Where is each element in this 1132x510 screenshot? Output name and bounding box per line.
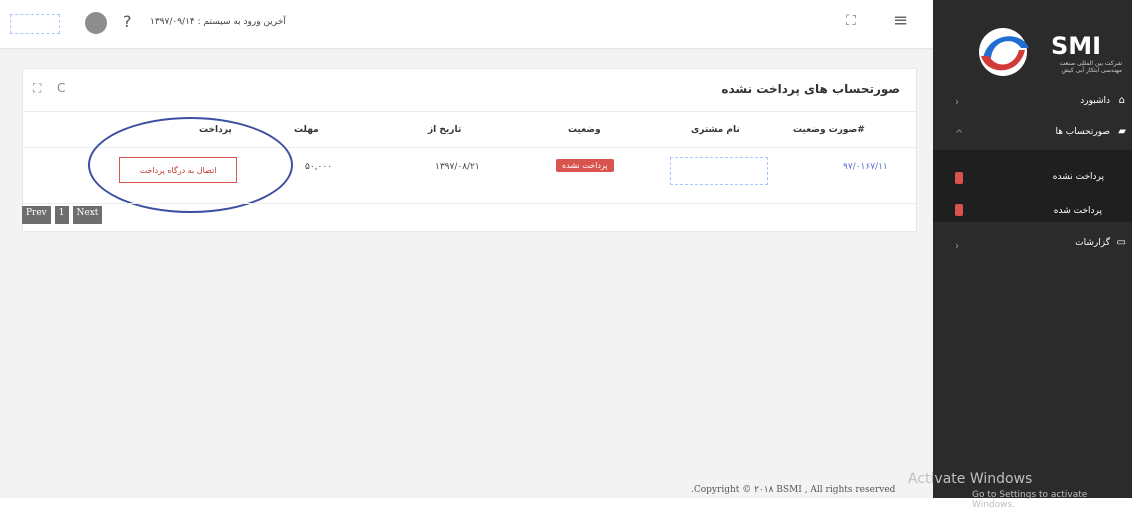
refresh-icon[interactable]: C (57, 81, 65, 95)
paid-count-badge (955, 204, 963, 216)
col-header-deadline: مهلت (294, 125, 319, 135)
divider (23, 203, 916, 204)
col-header-customer: نام مشتری (691, 125, 740, 135)
invoice-icon: ▰ (1118, 126, 1126, 137)
col-header-status: وضعیت (568, 125, 601, 135)
prev-button[interactable]: Prev (22, 206, 51, 224)
page-1-button[interactable]: 1 (54, 206, 69, 224)
col-header-invoice: صورت وضعیت# (793, 125, 865, 135)
copyright-footer: .Copyright © ۲۰۱۸ BSMI , All rights rese… (691, 485, 896, 495)
status-badge: پرداخت نشده (556, 159, 614, 172)
report-icon: ▭ (1116, 237, 1126, 248)
windows-activation-watermark: Activate Windows (908, 471, 1033, 487)
deadline-cell: ۵۰,۰۰۰ (305, 162, 333, 172)
home-icon: ⌂ (1118, 95, 1125, 106)
col-header-date-from: تاریخ از (428, 125, 462, 135)
chevron-right-icon: › (955, 97, 959, 108)
last-login-text: آخرین ورود به سیستم : ۱۳۹۷/۰۹/۱۴ (150, 17, 286, 27)
help-icon[interactable]: ? (123, 12, 132, 31)
top-bar: ? آخرین ورود به سیستم : ۱۳۹۷/۰۹/۱۴ ⛶ ≡ (0, 0, 933, 49)
unpaid-count-badge (955, 172, 963, 184)
redacted-customer-name (670, 157, 768, 185)
chevron-up-icon: ^ (955, 129, 964, 140)
next-button[interactable]: Next (72, 206, 103, 224)
invoice-link[interactable]: ۹۷/۰۱۶۷/۱۱ (843, 162, 888, 172)
chevron-right-icon: › (955, 241, 959, 252)
hamburger-icon[interactable]: ≡ (893, 10, 908, 31)
date-from-cell: ۱۳۹۷/۰۸/۲۱ (435, 162, 480, 172)
windows-activation-hint: Go to Settings to activate Windows. (972, 490, 1088, 510)
divider (23, 111, 916, 112)
annotation-circle (88, 117, 293, 213)
expand-icon[interactable]: ⛶ (33, 81, 41, 96)
pagination: Prev 1 Next (22, 206, 103, 224)
brand-subtitle: شرکت بین المللی صنعت مهندسی ابتکار آبی ک… (1059, 60, 1122, 74)
unpaid-invoices-card: ⛶ C صورتحساب های پرداخت نشده صورت وضعیت#… (22, 68, 917, 232)
brand-name: SMI (1051, 32, 1102, 60)
avatar[interactable] (85, 12, 107, 34)
card-title: صورتحساب های پرداخت نشده (721, 82, 900, 96)
redacted-username (10, 14, 60, 34)
fullscreen-icon[interactable]: ⛶ (846, 13, 856, 29)
